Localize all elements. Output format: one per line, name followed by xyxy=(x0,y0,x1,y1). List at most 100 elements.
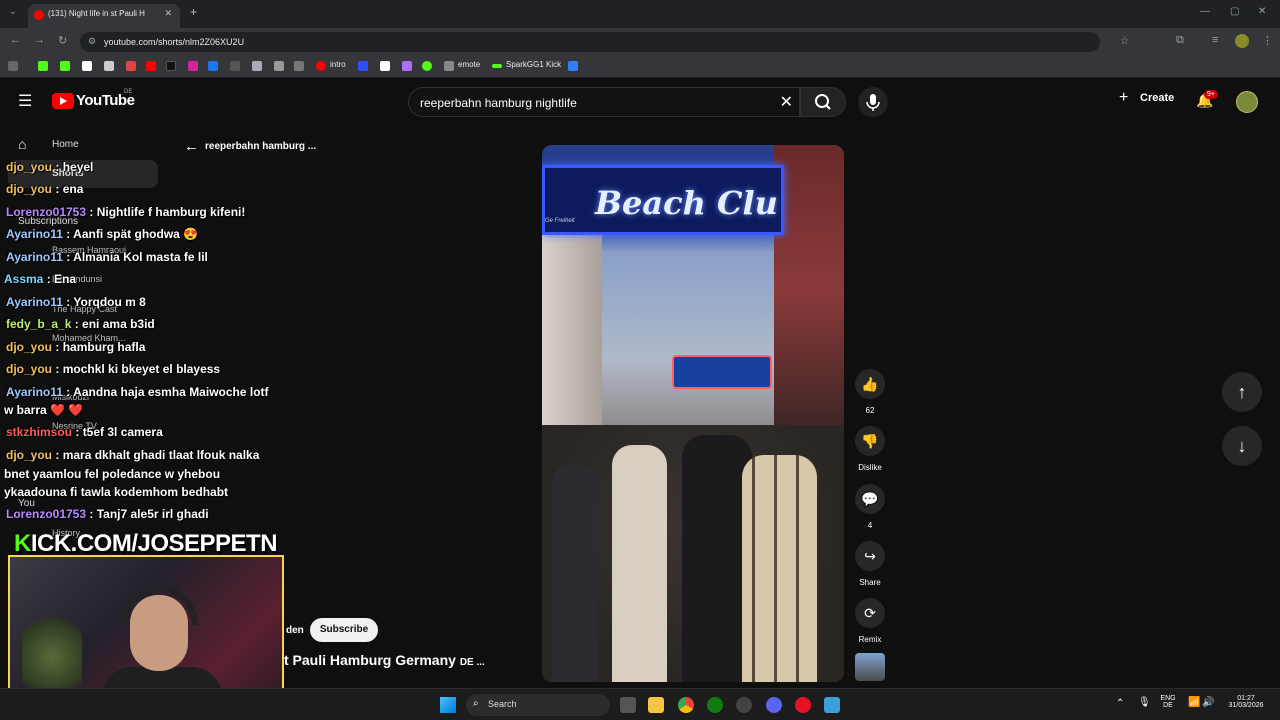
back-arrow-icon[interactable]: ← xyxy=(184,138,199,155)
tab-close-icon[interactable]: ✕ xyxy=(164,8,172,19)
search-input[interactable]: reeperbahn hamburg nightlife ✕ xyxy=(408,87,800,117)
bookmark-icon[interactable] xyxy=(274,61,284,71)
bookmark-icon[interactable] xyxy=(358,61,368,71)
voice-search-button[interactable] xyxy=(858,87,888,117)
start-windows-icon[interactable] xyxy=(440,697,456,713)
share-button[interactable]: ↪ xyxy=(855,541,885,571)
youtube-header: ☰ YouTube DE reeperbahn hamburg nightlif… xyxy=(0,80,1280,124)
chat-message: djo_you : hamburg hafla xyxy=(6,340,146,354)
headphones-icon xyxy=(120,585,198,625)
chrome-icon[interactable] xyxy=(678,697,694,713)
sound-thumbnail[interactable] xyxy=(855,653,885,681)
chat-message: bnet yaamlou fel poledance w yhebou xyxy=(4,467,221,481)
bookmark-emote[interactable]: emote xyxy=(458,60,480,69)
volume-icon[interactable]: 🔊 xyxy=(1202,697,1214,708)
file-explorer-icon[interactable] xyxy=(648,697,664,713)
thumbs-up-icon: 👍 xyxy=(861,376,879,392)
channel-name[interactable]: den xyxy=(286,625,304,636)
windows-taskbar: ⌕ Search ⌃ 🎙 ENG DE 📶 🔊 01:27 31/03/2026 xyxy=(0,688,1280,720)
home-icon[interactable]: ⌂ xyxy=(18,136,26,152)
remix-button[interactable]: ⟳ xyxy=(855,598,885,628)
clear-search-icon[interactable]: ✕ xyxy=(780,92,793,112)
forward-icon[interactable]: → xyxy=(34,34,45,46)
bookmark-icon[interactable] xyxy=(60,61,70,71)
bookmark-icon[interactable] xyxy=(126,61,136,71)
subscribe-button[interactable]: Subscribe xyxy=(310,618,378,642)
bookmark-icon[interactable] xyxy=(230,61,240,71)
taskbar-search-label: Search xyxy=(488,699,517,709)
bookmark-tiktok-icon[interactable] xyxy=(166,61,176,71)
app-red-icon[interactable] xyxy=(795,697,811,713)
video-neon-sign: Beach Clu Ge Freiheit xyxy=(542,165,784,235)
thumbs-down-icon: 👎 xyxy=(861,433,879,449)
task-view-icon[interactable] xyxy=(620,697,636,713)
sidebar-item-home[interactable]: Home xyxy=(52,139,79,150)
extensions-icon[interactable]: ⧉ xyxy=(1176,34,1184,47)
tab-list-icon[interactable]: ⌄ xyxy=(9,6,17,17)
apps-icon[interactable] xyxy=(8,61,18,71)
shorts-video-player[interactable]: Beach Clu Ge Freiheit xyxy=(542,145,844,682)
remix-label: Remix xyxy=(858,635,882,644)
hamburger-menu-icon[interactable]: ☰ xyxy=(18,91,32,111)
url-text: youtube.com/shorts/nlm2Z06XU2U xyxy=(104,37,245,47)
bookmark-emote-icon[interactable] xyxy=(444,61,454,71)
chat-message: Lorenzo01753 : Tanj7 ale5r irl ghadi xyxy=(6,507,209,521)
bookmark-icon[interactable] xyxy=(252,61,262,71)
wifi-icon[interactable]: 📶 xyxy=(1188,697,1200,708)
bookmark-facebook-icon[interactable] xyxy=(208,61,218,71)
reading-list-icon[interactable]: ≡ xyxy=(1212,34,1218,46)
bookmark-icon[interactable] xyxy=(402,61,412,71)
minimize-icon[interactable]: — xyxy=(1200,6,1210,17)
account-avatar[interactable] xyxy=(1236,91,1258,113)
bookmark-star-icon[interactable]: ☆ xyxy=(1120,36,1129,47)
comments-button[interactable]: 💬 xyxy=(855,484,885,514)
back-icon[interactable]: ← xyxy=(10,34,21,46)
bookmark-icon[interactable] xyxy=(104,61,114,71)
youtube-favicon-icon xyxy=(34,10,44,20)
dislike-label: Dislike xyxy=(858,463,882,472)
bookmark-intro[interactable]: intro xyxy=(330,60,346,69)
bookmark-kick-icon[interactable] xyxy=(38,61,48,71)
tray-chevron-icon[interactable]: ⌃ xyxy=(1116,698,1124,709)
new-tab-icon[interactable]: + xyxy=(190,5,197,19)
language-indicator[interactable]: ENG DE xyxy=(1156,695,1180,709)
taskbar-search[interactable]: ⌕ Search xyxy=(466,694,610,716)
bookmark-youtube-icon[interactable] xyxy=(146,61,156,71)
site-info-icon[interactable]: ⚙ xyxy=(88,36,96,47)
obs-icon[interactable] xyxy=(736,697,752,713)
bookmark-intro-icon[interactable] xyxy=(316,61,326,71)
bookmark-sparkgg1[interactable]: SparkGG1 Kick xyxy=(506,60,561,69)
bookmark-icon[interactable] xyxy=(82,61,92,71)
dislike-button[interactable]: 👎 xyxy=(855,426,885,456)
bookmark-icon[interactable] xyxy=(380,61,390,71)
search-button[interactable] xyxy=(800,87,846,117)
bookmark-icon[interactable] xyxy=(294,61,304,71)
xbox-icon[interactable] xyxy=(707,697,723,713)
bookmark-instagram-icon[interactable] xyxy=(188,61,198,71)
kick-url-overlay: KICK.COM/JOSEPPETN xyxy=(14,530,278,557)
video-building-right xyxy=(774,145,844,435)
maximize-icon[interactable]: ▢ xyxy=(1230,6,1239,17)
create-button[interactable]: Create xyxy=(1140,92,1174,104)
close-window-icon[interactable]: ✕ xyxy=(1258,6,1266,17)
bookmark-kick-icon[interactable] xyxy=(492,64,502,68)
youtube-logo-icon[interactable] xyxy=(52,93,74,109)
next-short-button[interactable]: ↓ xyxy=(1222,426,1262,466)
back-search-label[interactable]: reeperbahn hamburg ... xyxy=(205,141,316,152)
tray-mic-icon[interactable]: 🎙 xyxy=(1138,697,1151,708)
reload-icon[interactable]: ↻ xyxy=(58,34,67,47)
menu-icon[interactable]: ⋮ xyxy=(1262,34,1273,47)
like-button[interactable]: 👍 xyxy=(855,369,885,399)
video-title[interactable]: t Pauli Hamburg Germany DE ... xyxy=(284,652,485,668)
search-query: reeperbahn hamburg nightlife xyxy=(420,96,577,110)
discord-icon[interactable] xyxy=(766,697,782,713)
previous-short-button[interactable]: ↑ xyxy=(1222,372,1262,412)
bookmark-meta-icon[interactable] xyxy=(568,61,578,71)
profile-avatar[interactable] xyxy=(1235,34,1249,48)
notification-badge: 9+ xyxy=(1204,90,1218,99)
address-bar[interactable]: ⚙ youtube.com/shorts/nlm2Z06XU2U ☆ xyxy=(80,32,1129,52)
browser-tab[interactable]: (131) Night life in st Pauli H ✕ xyxy=(28,4,180,28)
clock[interactable]: 01:27 31/03/2026 xyxy=(1220,695,1272,709)
bookmark-icon[interactable] xyxy=(422,61,432,71)
notepad-icon[interactable] xyxy=(824,697,840,713)
